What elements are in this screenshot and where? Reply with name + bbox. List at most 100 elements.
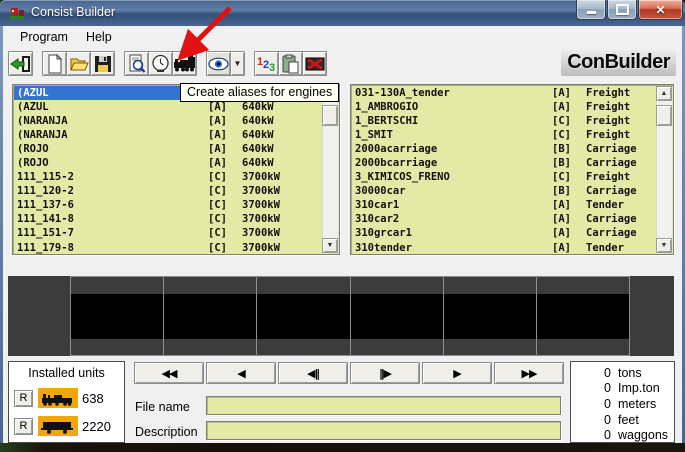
mail-delete-button[interactable]: [302, 51, 327, 76]
menu-item-help[interactable]: Help: [77, 28, 121, 46]
list-item[interactable]: 111_120-2[C]3700kW: [14, 184, 322, 198]
list-item[interactable]: 111_151-7[C]3700kW: [14, 226, 322, 240]
clock-button[interactable]: [148, 51, 173, 76]
scroll-thumb[interactable]: [656, 105, 672, 126]
scroll-down-icon[interactable]: ▼: [322, 238, 338, 253]
title-bar[interactable]: Consist Builder ✕: [0, 0, 685, 26]
tooltip: Create aliases for engines: [180, 83, 339, 102]
list-item[interactable]: 310car2[A]Carriage: [352, 212, 656, 226]
list-item[interactable]: 310grcar1[A]Carriage: [352, 226, 656, 240]
consist-strip: [8, 276, 674, 356]
list-item[interactable]: 310car1[A]Tender: [352, 198, 656, 212]
stat-value: 0: [571, 413, 611, 427]
list-item[interactable]: 30000car[B]Carriage: [352, 184, 656, 198]
toolbar-buttons: ▼ 123: [8, 51, 336, 76]
exit-icon: [10, 54, 31, 74]
new-consist-button[interactable]: [42, 51, 67, 76]
list-cell-name: 1_AMBROGIO: [352, 100, 552, 114]
list-item[interactable]: (AZUL[A]640kW: [14, 100, 322, 114]
exit-button[interactable]: [8, 51, 33, 76]
list-item[interactable]: 031-130A_tender[A]Freight: [352, 86, 656, 100]
toolbar-group: [42, 51, 115, 76]
list-item[interactable]: 2000acarriage[B]Carriage: [352, 142, 656, 156]
list-cell-type: Tender: [586, 198, 656, 212]
stat-unit: tons: [611, 366, 642, 380]
list-item[interactable]: 111_179-8[C]3700kW: [14, 241, 322, 255]
eye-icon: [208, 57, 229, 71]
consist-slot[interactable]: [536, 276, 630, 356]
list-cell-name: 310tender: [352, 241, 552, 255]
refresh-button[interactable]: R: [14, 390, 33, 407]
list-cell-power: 3700kW: [242, 212, 322, 226]
consist-stats-panel: 0tons0Imp.ton0meters0feet0waggons: [570, 361, 675, 443]
maximize-button[interactable]: [607, 0, 637, 20]
skip-first-button[interactable]: ◀◀: [134, 362, 204, 384]
consist-slot[interactable]: [163, 276, 257, 356]
list-cell-power: 3700kW: [242, 241, 322, 255]
stock-list[interactable]: 031-130A_tender[A]Freight1_AMBROGIO[A]Fr…: [350, 84, 674, 255]
numbers-123-icon: 123: [257, 54, 276, 73]
consist-slot[interactable]: [350, 276, 444, 356]
list-cell-name: 111_115-2: [14, 170, 208, 184]
list-cell-cls: [C]: [208, 184, 242, 198]
refresh-button[interactable]: R: [14, 418, 33, 435]
list-item[interactable]: 1_BERTSCHI[C]Freight: [352, 114, 656, 128]
renumber-button[interactable]: 123: [254, 51, 279, 76]
view-dropdown-button[interactable]: ▼: [230, 51, 245, 76]
list-item[interactable]: (NARANJA[A]640kW: [14, 128, 322, 142]
skip-last-button[interactable]: ▶▶: [494, 362, 564, 384]
list-item[interactable]: 3_KIMICOS_FRENO[C]Freight: [352, 170, 656, 184]
view-button[interactable]: [206, 51, 231, 76]
list-cell-cls: [A]: [552, 241, 586, 255]
list-item[interactable]: (ROJO[A]640kW: [14, 156, 322, 170]
print-preview-button[interactable]: [124, 51, 149, 76]
train-icon: [173, 54, 196, 73]
open-folder-icon: [69, 55, 89, 73]
minimize-button[interactable]: [576, 0, 606, 20]
file-name-input[interactable]: [206, 396, 561, 415]
step-back-button[interactable]: ◀: [206, 362, 276, 384]
print-preview-icon: [127, 54, 146, 74]
list-cell-power: 640kW: [242, 114, 322, 128]
window-title: Consist Builder: [31, 5, 115, 19]
list-cell-cls: [B]: [552, 184, 586, 198]
list-item[interactable]: 310tender[A]Tender: [352, 241, 656, 255]
list-item[interactable]: 111_115-2[C]3700kW: [14, 170, 322, 184]
consist-slot[interactable]: [70, 276, 164, 356]
menu-item-program[interactable]: Program: [11, 28, 77, 46]
stat-unit: meters: [611, 397, 656, 411]
conbuilder-logo: ConBuilder: [561, 50, 676, 76]
list-item[interactable]: 2000bcarriage[B]Carriage: [352, 156, 656, 170]
move-left-button[interactable]: ◀‖: [278, 362, 348, 384]
file-name-label: File name: [135, 400, 190, 414]
paste-button[interactable]: [278, 51, 303, 76]
move-right-button[interactable]: ‖▶: [350, 362, 420, 384]
engines-list[interactable]: (AZUL(AZUL[A]640kW(NARANJA[A]640kW(NARAN…: [12, 84, 340, 255]
consist-slot[interactable]: [443, 276, 537, 356]
open-consist-button[interactable]: [66, 51, 91, 76]
list-item[interactable]: 111_141-8[C]3700kW: [14, 212, 322, 226]
create-aliases-button[interactable]: [172, 51, 197, 76]
stock-scrollbar[interactable]: ▲ ▼: [656, 86, 672, 253]
consist-slot[interactable]: [256, 276, 350, 356]
scroll-up-icon[interactable]: ▲: [656, 86, 672, 101]
description-input[interactable]: [206, 421, 561, 440]
engines-scrollbar[interactable]: ▲ ▼: [322, 86, 338, 253]
list-item[interactable]: (ROJO[A]640kW: [14, 142, 322, 156]
list-item[interactable]: 111_137-6[C]3700kW: [14, 198, 322, 212]
list-item[interactable]: 1_SMIT[C]Freight: [352, 128, 656, 142]
list-cell-power: 640kW: [242, 128, 322, 142]
list-item[interactable]: 1_AMBROGIO[A]Freight: [352, 100, 656, 114]
list-item[interactable]: (NARANJA[A]640kW: [14, 114, 322, 128]
list-cell-type: Carriage: [586, 226, 656, 240]
scroll-down-icon[interactable]: ▼: [656, 238, 672, 253]
scroll-thumb[interactable]: [322, 105, 338, 126]
list-cell-type: Freight: [586, 86, 656, 100]
list-cell-cls: [B]: [552, 156, 586, 170]
list-cell-type: Carriage: [586, 142, 656, 156]
list-cell-name: 310car1: [352, 198, 552, 212]
close-button[interactable]: ✕: [638, 0, 683, 20]
installed-count: 638: [82, 391, 104, 406]
step-forward-button[interactable]: ▶: [422, 362, 492, 384]
save-consist-button[interactable]: [90, 51, 115, 76]
